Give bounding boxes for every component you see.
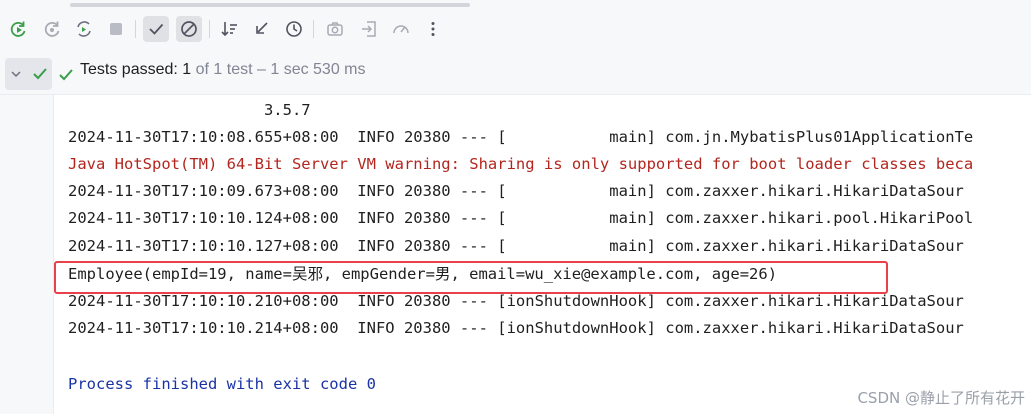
watermark: CSDN @静止了所有花开 xyxy=(857,389,1025,407)
rerun-failed-icon[interactable] xyxy=(39,16,65,42)
collapse-icon[interactable] xyxy=(249,16,275,42)
highlight-box xyxy=(54,261,888,294)
success-check-icon xyxy=(59,69,73,81)
sort-icon[interactable] xyxy=(217,16,243,42)
chevron-down-icon[interactable] xyxy=(9,67,23,81)
camera-icon[interactable] xyxy=(322,16,348,42)
passed-check-icon xyxy=(33,68,47,80)
console-line: 2024-11-30T17:10:10.124+08:00 INFO 20380… xyxy=(68,209,974,227)
history-icon[interactable] xyxy=(281,16,307,42)
console-output[interactable]: 3.5.7 2024-11-30T17:10:08.655+08:00 INFO… xyxy=(54,95,1031,414)
show-ignored-icon[interactable] xyxy=(176,16,202,42)
toolbar-scrollbar[interactable] xyxy=(70,3,470,7)
console-line: 3.5.7 xyxy=(68,101,311,119)
coverage-icon[interactable] xyxy=(388,16,414,42)
stop-icon[interactable] xyxy=(103,16,129,42)
console-line: 2024-11-30T17:10:09.673+08:00 INFO 20380… xyxy=(68,182,964,200)
tests-passed-summary: Tests passed: 1 of 1 test – 1 sec 530 ms xyxy=(80,60,366,80)
show-passed-icon[interactable] xyxy=(143,16,169,42)
test-tree-root[interactable] xyxy=(5,58,52,90)
console-warning-line: Java HotSpot(TM) 64-Bit Server VM warnin… xyxy=(68,155,974,173)
console-exit-line: Process finished with exit code 0 xyxy=(68,375,376,393)
import-icon[interactable] xyxy=(356,16,382,42)
console-line: 2024-11-30T17:10:10.214+08:00 INFO 20380… xyxy=(68,319,964,337)
console-gutter xyxy=(0,95,54,414)
status-detail: of 1 test – 1 sec 530 ms xyxy=(191,61,366,78)
rerun-icon[interactable] xyxy=(5,16,31,42)
toggle-auto-test-icon[interactable] xyxy=(71,16,97,42)
console-line: 2024-11-30T17:10:10.127+08:00 INFO 20380… xyxy=(68,237,964,255)
status-prefix: Tests passed: xyxy=(80,61,183,78)
run-toolbar xyxy=(0,0,1031,57)
status-passed-count: 1 xyxy=(182,61,192,78)
more-icon[interactable] xyxy=(420,16,446,42)
console-line: 2024-11-30T17:10:08.655+08:00 INFO 20380… xyxy=(68,128,974,146)
